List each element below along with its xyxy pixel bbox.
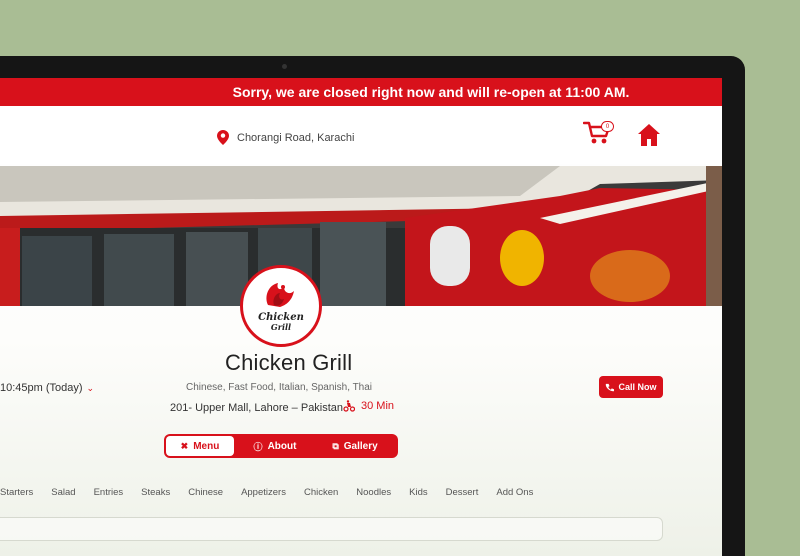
location-text: Chorangi Road, Karachi xyxy=(237,131,355,144)
closed-message: Sorry, we are closed right now and will … xyxy=(232,84,630,100)
category-item[interactable]: Salad xyxy=(51,487,75,498)
category-item[interactable]: Chinese xyxy=(188,487,223,498)
cart-count-badge: 0 xyxy=(601,121,614,132)
location-selector[interactable]: Chorangi Road, Karachi xyxy=(217,130,354,145)
tab-menu-label: Menu xyxy=(193,440,220,452)
phone-icon xyxy=(606,383,615,391)
category-item[interactable]: Appetizers xyxy=(241,487,286,498)
top-bar xyxy=(0,106,722,164)
tab-gallery-label: Gallery xyxy=(343,440,378,452)
tab-menu[interactable]: ✖ Menu xyxy=(166,436,234,456)
call-now-label: Call Now xyxy=(618,382,657,392)
closed-banner: Sorry, we are closed right now and will … xyxy=(0,78,722,106)
cutlery-icon: ✖ xyxy=(180,440,189,451)
category-nav: Starters Salad Entries Steaks Chinese Ap… xyxy=(0,487,533,498)
category-item[interactable]: Kids xyxy=(409,487,427,498)
category-item[interactable]: Steaks xyxy=(141,487,170,498)
cover-image xyxy=(0,166,722,306)
svg-text:Grill: Grill xyxy=(271,322,291,332)
menu-search-box[interactable] xyxy=(0,517,663,541)
screen: Sorry, we are closed right now and will … xyxy=(0,78,722,556)
restaurant-logo: Chicken Grill xyxy=(240,265,322,347)
restaurant-cuisines: Chinese, Fast Food, Italian, Spanish, Th… xyxy=(186,382,373,393)
tab-gallery[interactable]: ⧉ Gallery xyxy=(316,436,394,456)
tab-about-label: About xyxy=(267,440,297,452)
call-now-button[interactable]: Call Now xyxy=(599,376,663,398)
delivery-time: 30 Min xyxy=(343,400,394,412)
restaurant-name: Chicken Grill xyxy=(225,350,353,375)
restaurant-address: 201- Upper Mall, Lahore – Pakistan xyxy=(170,402,344,414)
delivery-rider-icon xyxy=(343,400,355,412)
section-tabs: ✖ Menu ⓘ About ⧉ Gallery xyxy=(164,434,398,458)
gallery-icon: ⧉ xyxy=(332,440,339,451)
category-item[interactable]: Chicken xyxy=(304,487,338,498)
opening-hours-dropdown[interactable]: 10:45pm (Today) ⌄ xyxy=(0,382,94,394)
delivery-time-text: 30 Min xyxy=(361,400,395,412)
chevron-down-icon: ⌄ xyxy=(86,382,95,393)
location-pin-icon xyxy=(217,130,229,145)
category-item[interactable]: Dessert xyxy=(446,487,479,498)
category-item[interactable]: Add Ons xyxy=(496,487,533,498)
storefront-photo xyxy=(0,166,722,306)
category-item[interactable]: Starters xyxy=(0,487,33,498)
opening-hours-text: 10:45pm (Today) xyxy=(0,382,83,394)
tab-about[interactable]: ⓘ About xyxy=(240,436,310,456)
home-icon[interactable] xyxy=(637,123,661,147)
camera-dot xyxy=(282,64,287,69)
info-icon: ⓘ xyxy=(253,441,263,452)
category-item[interactable]: Noodles xyxy=(356,487,391,498)
category-item[interactable]: Entries xyxy=(94,487,124,498)
rooster-logo-icon: Chicken Grill xyxy=(258,283,304,332)
